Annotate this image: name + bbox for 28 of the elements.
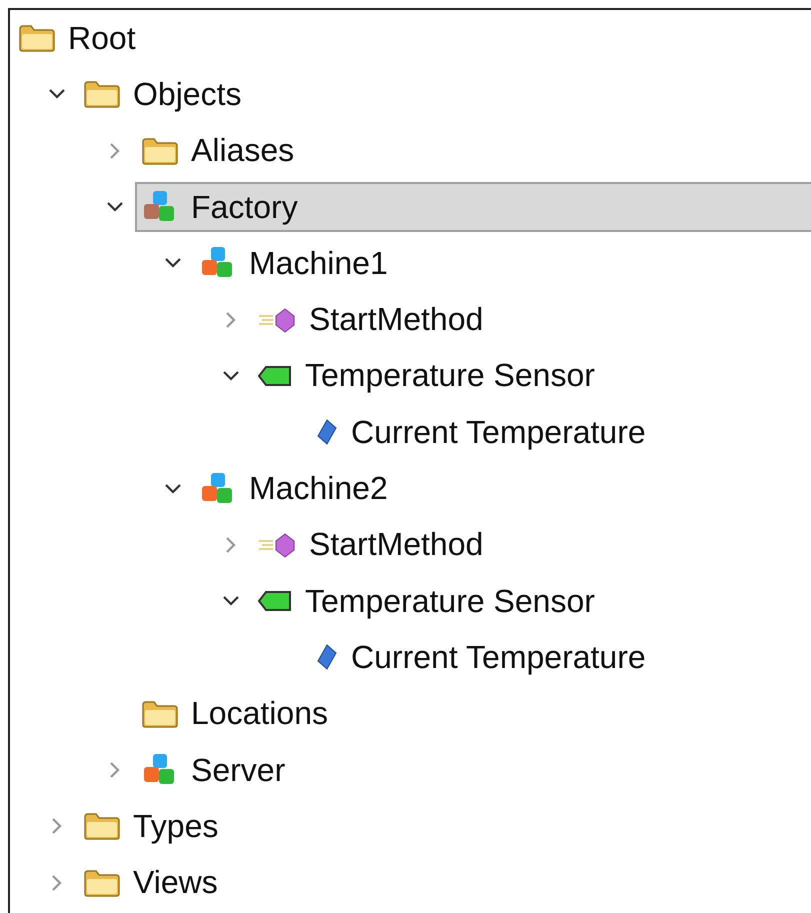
tag-icon bbox=[257, 364, 293, 388]
tree-item[interactable]: StartMethod bbox=[251, 520, 488, 570]
folder-icon bbox=[83, 811, 121, 842]
variable-icon bbox=[315, 418, 339, 446]
folder-icon bbox=[83, 79, 121, 110]
method-icon bbox=[257, 306, 297, 334]
tree-item[interactable]: Aliases bbox=[135, 126, 298, 176]
tree-item[interactable]: Views bbox=[77, 858, 222, 908]
tree-item[interactable]: Server bbox=[135, 745, 290, 795]
folder-icon bbox=[141, 698, 179, 729]
folder-icon bbox=[141, 136, 179, 166]
folder-icon bbox=[18, 23, 56, 54]
tree-item[interactable]: Current Temperature bbox=[309, 632, 650, 682]
tree-item[interactable]: Factory bbox=[135, 182, 811, 232]
tree-item[interactable]: Root bbox=[12, 13, 140, 64]
tree-item[interactable]: Current Temperature bbox=[309, 407, 650, 458]
variable-icon bbox=[315, 643, 339, 672]
tree-item[interactable]: Temperature Sensor bbox=[251, 350, 599, 401]
tree-item[interactable]: Types bbox=[77, 801, 222, 852]
tree-item[interactable]: StartMethod bbox=[251, 294, 488, 345]
tag-icon bbox=[257, 589, 293, 614]
method-icon bbox=[257, 530, 297, 559]
tree-item[interactable]: Machine1 bbox=[193, 238, 392, 288]
tree-item[interactable]: Objects bbox=[77, 69, 246, 120]
tree-item[interactable]: Temperature Sensor bbox=[251, 576, 599, 626]
tree-item[interactable]: Machine2 bbox=[193, 464, 392, 514]
folder-icon bbox=[83, 868, 121, 898]
tree-item[interactable]: Locations bbox=[135, 688, 332, 739]
